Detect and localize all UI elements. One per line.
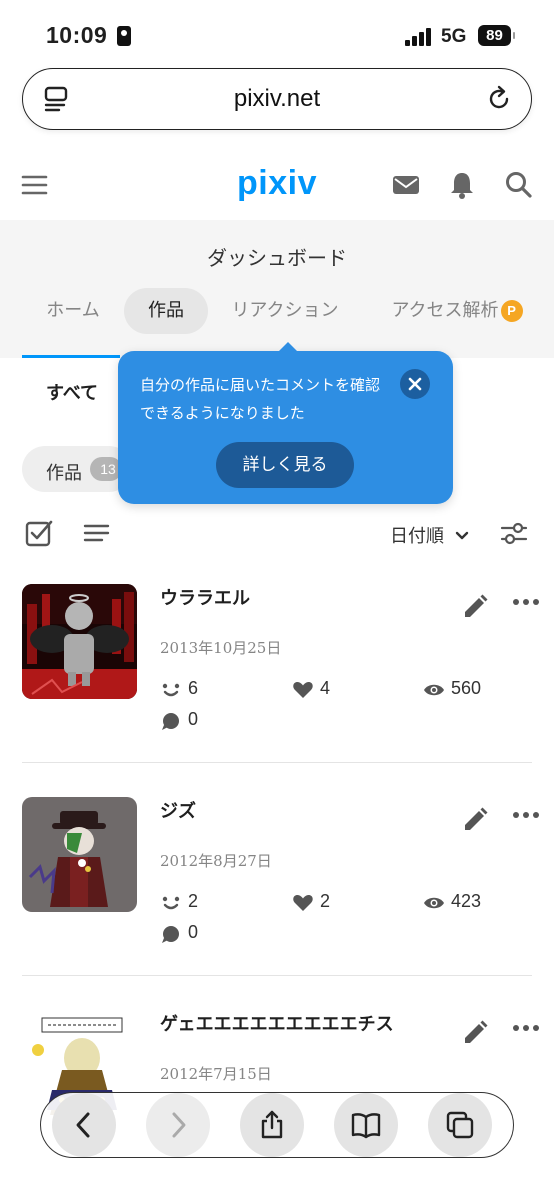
tab-works[interactable]: 作品	[124, 288, 208, 334]
search-icon[interactable]	[504, 170, 534, 200]
edit-icon[interactable]	[462, 1020, 488, 1046]
smile-icon	[162, 683, 180, 697]
work-thumbnail[interactable]	[22, 584, 137, 699]
work-date: 2012年7月15日	[160, 1065, 272, 1083]
tab-analytics[interactable]: アクセス解析 P	[382, 288, 532, 334]
eye-icon	[424, 897, 444, 909]
reactions-count: 6	[188, 678, 199, 698]
work-title[interactable]: ゲェエエエエエエエエエチス	[160, 1010, 394, 1036]
mail-icon[interactable]	[391, 170, 421, 200]
likes-count: 2	[320, 891, 331, 911]
comments-count: 0	[188, 922, 199, 942]
points-badge: P	[500, 300, 523, 322]
comments-count: 0	[188, 709, 199, 729]
forward-icon	[172, 1112, 186, 1138]
dashboard-title: ダッシュボード	[207, 246, 347, 270]
heart-icon	[293, 895, 313, 911]
share-button[interactable]	[240, 1093, 304, 1157]
battery-level: 89	[478, 25, 515, 46]
app-header: pixiv	[0, 150, 554, 220]
reload-icon[interactable]	[485, 85, 513, 113]
eye-icon	[424, 684, 444, 696]
work-title[interactable]: ジズ	[160, 797, 196, 823]
tab-analytics-label: アクセス解析	[391, 300, 499, 321]
learn-more-button[interactable]: 詳しく見る	[216, 442, 354, 488]
status-bar: 10:09 5G 89	[0, 0, 554, 66]
bell-icon[interactable]	[447, 170, 477, 200]
checkbox-icon[interactable]	[24, 518, 54, 548]
more-icon[interactable]	[512, 598, 540, 606]
status-time: 10:09	[46, 22, 108, 48]
tabs-icon	[446, 1111, 474, 1139]
address-bar[interactable]: pixiv.net	[22, 68, 532, 130]
subtab-all[interactable]: すべて	[46, 379, 98, 405]
sort-label: 日付順	[390, 526, 444, 547]
smile-icon	[162, 896, 180, 910]
edit-icon[interactable]	[462, 594, 488, 620]
forward-button[interactable]	[146, 1093, 210, 1157]
tooltip-text: 自分の作品に届いたコメントを確認できるようになりました	[140, 376, 381, 422]
share-icon	[261, 1110, 283, 1139]
filter-chip-works[interactable]: 作品 13	[22, 446, 132, 492]
feature-tooltip: 自分の作品に届いたコメントを確認できるようになりました 詳しく見る	[118, 342, 453, 504]
work-date: 2012年8月27日	[160, 852, 272, 870]
comment-icon	[162, 713, 179, 730]
bookmarks-button[interactable]	[334, 1093, 398, 1157]
tabs-button[interactable]	[428, 1093, 492, 1157]
more-icon[interactable]	[512, 811, 540, 819]
likes-count: 4	[320, 678, 331, 698]
edit-icon[interactable]	[462, 807, 488, 833]
back-button[interactable]	[52, 1093, 116, 1157]
network-type: 5G	[441, 26, 467, 47]
chip-label: 作品	[46, 463, 82, 484]
list-divider	[22, 762, 532, 763]
filter-icon[interactable]	[500, 518, 530, 548]
tab-reactions[interactable]: リアクション	[222, 288, 348, 334]
sort-dropdown[interactable]: 日付順	[390, 522, 470, 548]
tooltip-close-button[interactable]	[400, 369, 430, 399]
signal-icon	[405, 28, 431, 46]
heart-icon	[293, 682, 313, 698]
bookmarks-icon	[351, 1113, 381, 1139]
id-card-icon	[117, 26, 131, 46]
views-count: 560	[451, 678, 482, 698]
work-title[interactable]: ウララエル	[160, 584, 250, 610]
list-divider	[22, 975, 532, 976]
list-icon[interactable]	[82, 518, 112, 548]
dashboard-panel: ダッシュボード ホーム 作品 リアクション アクセス解析 P	[0, 220, 554, 358]
comment-icon	[162, 926, 179, 943]
chevron-down-icon	[455, 531, 468, 540]
back-icon	[76, 1112, 90, 1138]
work-thumbnail[interactable]	[22, 797, 137, 912]
work-item[interactable]: ウララエル 2013年10月25日 6 4 560 0	[0, 574, 554, 786]
more-icon[interactable]	[512, 1024, 540, 1032]
close-icon	[408, 377, 422, 391]
work-item[interactable]: ジズ 2012年8月27日 2 2 423 0	[0, 787, 554, 999]
work-date: 2013年10月25日	[160, 639, 282, 657]
subtab-indicator	[22, 355, 120, 358]
tab-home[interactable]: ホーム	[30, 288, 116, 334]
reactions-count: 2	[188, 891, 199, 911]
url-text[interactable]: pixiv.net	[23, 85, 531, 113]
views-count: 423	[451, 891, 482, 911]
